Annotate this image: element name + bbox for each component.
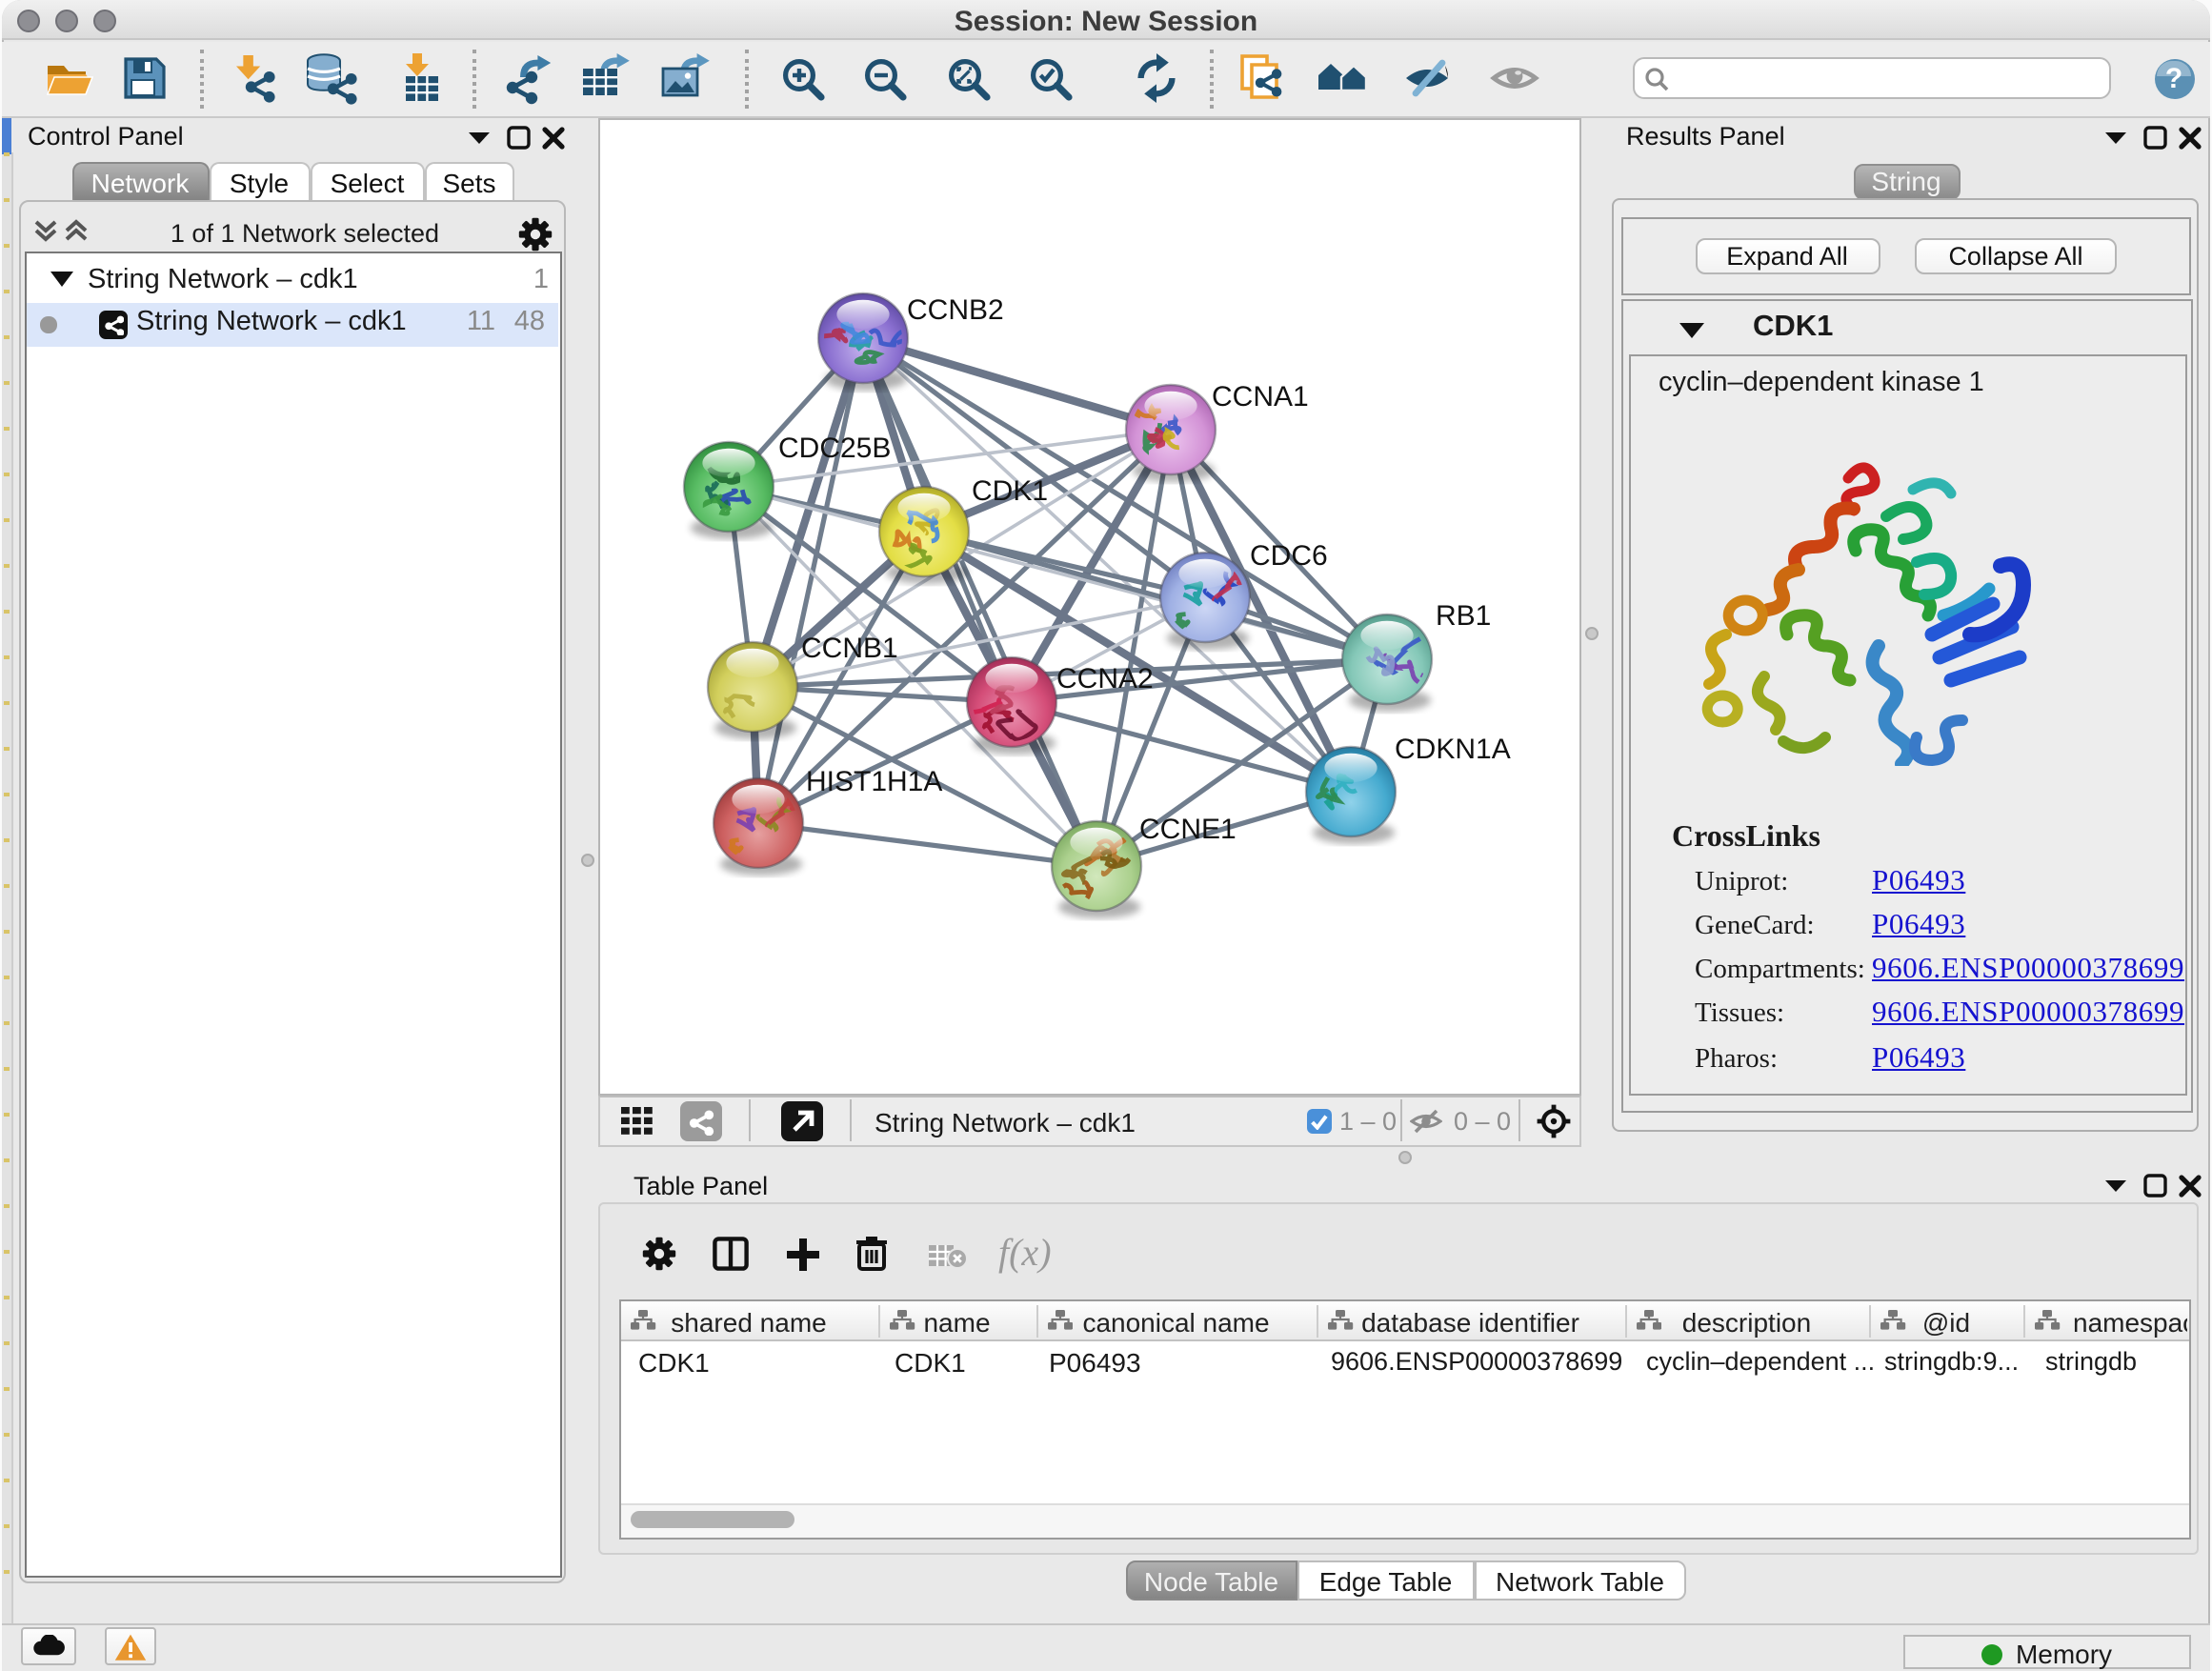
- svg-text:HIST1H1A: HIST1H1A: [806, 765, 942, 796]
- svg-text:CDK1: CDK1: [972, 474, 1048, 506]
- svg-text:CCNA2: CCNA2: [1056, 662, 1154, 694]
- svg-text:CDC25B: CDC25B: [778, 432, 891, 463]
- svg-text:CCNA1: CCNA1: [1212, 380, 1309, 412]
- svg-text:CCNE1: CCNE1: [1139, 813, 1237, 844]
- svg-text:RB1: RB1: [1436, 599, 1491, 631]
- svg-text:CCNB2: CCNB2: [907, 293, 1004, 325]
- svg-text:CDKN1A: CDKN1A: [1395, 733, 1511, 764]
- svg-text:CDC6: CDC6: [1250, 539, 1328, 571]
- svg-text:CCNB1: CCNB1: [801, 632, 898, 663]
